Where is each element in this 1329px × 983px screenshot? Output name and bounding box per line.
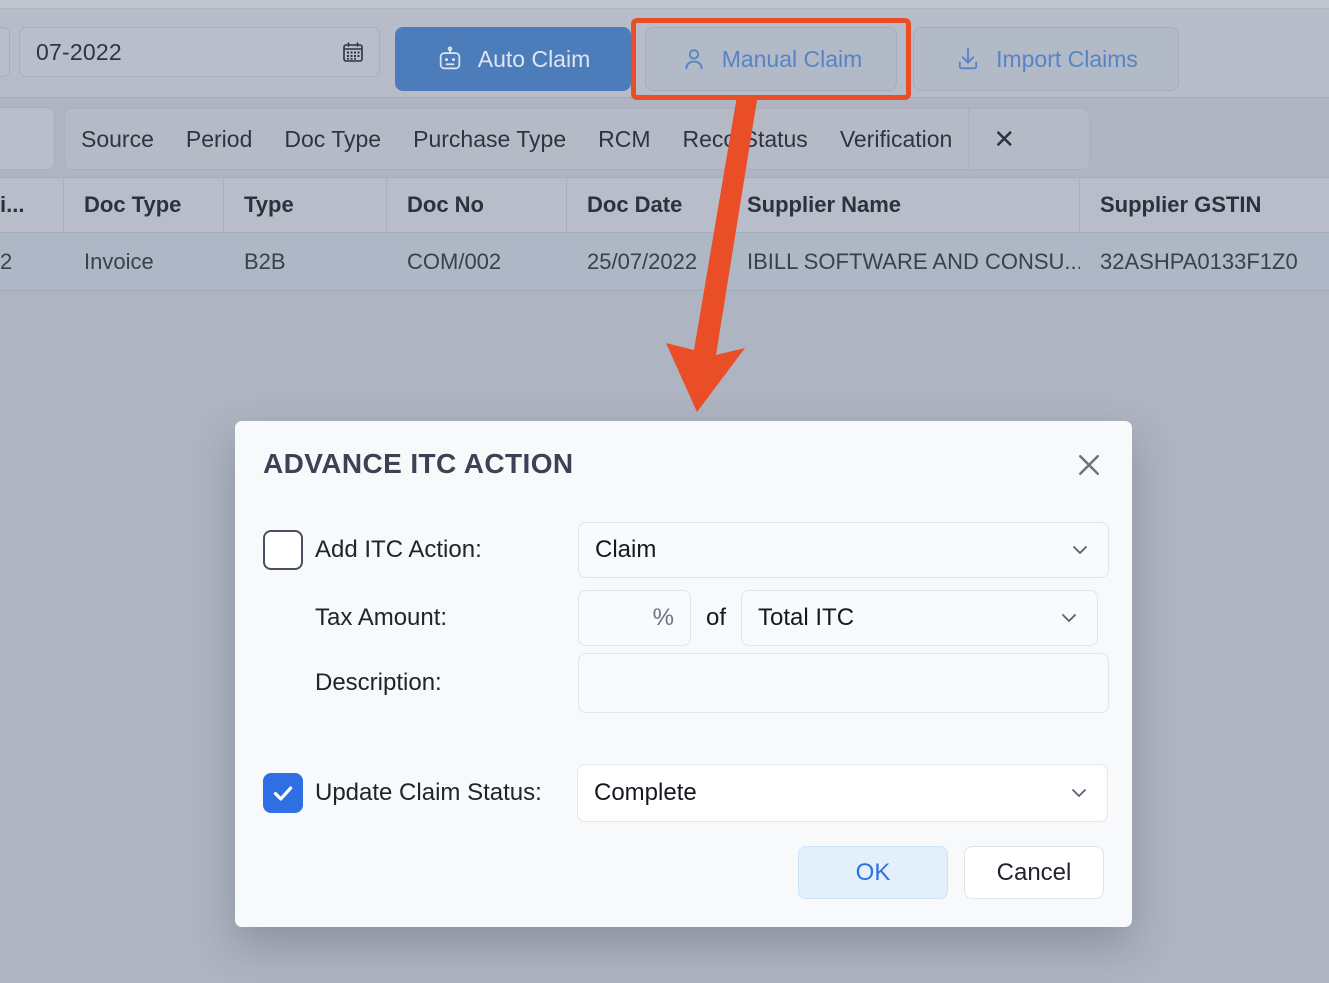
close-icon[interactable]: [1068, 444, 1110, 486]
import-claims-button[interactable]: Import Claims: [913, 27, 1179, 91]
filter-chip-doc-type[interactable]: Doc Type: [268, 109, 397, 169]
cell-supplier-gstin: 32ASHPA0133F1Z0: [1080, 233, 1329, 290]
add-itc-action-select[interactable]: Claim: [578, 522, 1109, 578]
download-icon: [954, 45, 982, 73]
period-date-input[interactable]: 07-2022: [19, 27, 380, 77]
cell-doc-no: COM/002: [387, 233, 567, 290]
top-toolbar: 07-2022: [0, 0, 1329, 98]
cell-doc-date: 25/07/2022: [567, 233, 727, 290]
chevron-down-icon: [1068, 538, 1092, 562]
import-claims-label: Import Claims: [996, 46, 1138, 73]
cell-type: B2B: [224, 233, 387, 290]
add-itc-action-label: Add ITC Action:: [315, 536, 578, 564]
of-label: of: [706, 604, 726, 632]
column-header-supplier-name[interactable]: Supplier Name: [727, 178, 1080, 232]
calendar-icon[interactable]: [341, 40, 365, 64]
tax-amount-row: Tax Amount: % of Total ITC: [263, 590, 1098, 646]
column-header-index[interactable]: i...: [0, 178, 64, 232]
chevron-down-icon: [1057, 606, 1081, 630]
cancel-button[interactable]: Cancel: [964, 846, 1104, 899]
auto-claim-button[interactable]: Auto Claim: [395, 27, 631, 91]
advance-itc-action-dialog: ADVANCE ITC ACTION Add ITC Action: Claim…: [235, 421, 1132, 927]
toolbar-clipped-control[interactable]: [0, 27, 10, 77]
percent-symbol: %: [653, 604, 674, 632]
tax-amount-input[interactable]: %: [578, 590, 691, 646]
dialog-actions: OK Cancel: [798, 846, 1104, 899]
period-date-value: 07-2022: [36, 39, 341, 66]
user-icon: [680, 45, 708, 73]
column-header-doc-type[interactable]: Doc Type: [64, 178, 224, 232]
filter-close-icon[interactable]: ✕: [968, 109, 1039, 169]
cell-doc-type: Invoice: [64, 233, 224, 290]
update-claim-status-checkbox[interactable]: [263, 773, 303, 813]
filter-chip-purchase-type[interactable]: Purchase Type: [397, 109, 582, 169]
tax-basis-select[interactable]: Total ITC: [741, 590, 1098, 646]
update-claim-status-value: Complete: [594, 779, 697, 807]
column-header-doc-no[interactable]: Doc No: [387, 178, 567, 232]
cell-supplier-name: IBILL SOFTWARE AND CONSU...: [727, 233, 1080, 290]
column-header-doc-date[interactable]: Doc Date: [567, 178, 727, 232]
add-itc-action-row: Add ITC Action: Claim: [263, 522, 1109, 578]
dialog-title: ADVANCE ITC ACTION: [263, 448, 574, 480]
screenshot-root: 07-2022: [0, 0, 1329, 983]
tax-amount-label: Tax Amount:: [315, 604, 578, 632]
update-claim-status-row: Update Claim Status: Complete: [263, 764, 1108, 822]
add-itc-action-checkbox[interactable]: [263, 530, 303, 570]
description-row: Description:: [263, 653, 1109, 713]
table-header-row: i... Doc Type Type Doc No Doc Date Suppl…: [0, 177, 1329, 233]
chevron-down-icon: [1067, 781, 1091, 805]
table-row[interactable]: 2 Invoice B2B COM/002 25/07/2022 IBILL S…: [0, 233, 1329, 291]
manual-claim-label: Manual Claim: [722, 46, 863, 73]
filter-bar: Source Period Doc Type Purchase Type RCM…: [64, 108, 1090, 170]
manual-claim-button[interactable]: Manual Claim: [645, 27, 897, 91]
update-claim-status-label: Update Claim Status:: [315, 779, 577, 807]
check-icon: [270, 780, 296, 806]
robot-icon: [436, 45, 464, 73]
filter-chip-reco-status[interactable]: Reco Status: [667, 109, 824, 169]
filter-chip-period[interactable]: Period: [170, 109, 268, 169]
cell-index: 2: [0, 233, 64, 290]
column-header-type[interactable]: Type: [224, 178, 387, 232]
auto-claim-label: Auto Claim: [478, 46, 590, 73]
filter-chip-source[interactable]: Source: [65, 109, 170, 169]
description-label: Description:: [315, 669, 578, 697]
ok-button[interactable]: OK: [798, 846, 948, 899]
add-itc-action-value: Claim: [595, 536, 656, 564]
filter-chip-verification[interactable]: Verification: [824, 109, 969, 169]
description-input[interactable]: [578, 653, 1109, 713]
tax-basis-value: Total ITC: [758, 604, 854, 632]
column-header-supplier-gstin[interactable]: Supplier GSTIN: [1080, 178, 1329, 232]
update-claim-status-select[interactable]: Complete: [577, 764, 1108, 822]
filter-chip-rcm[interactable]: RCM: [582, 109, 666, 169]
filter-clipped-control[interactable]: [0, 107, 55, 170]
